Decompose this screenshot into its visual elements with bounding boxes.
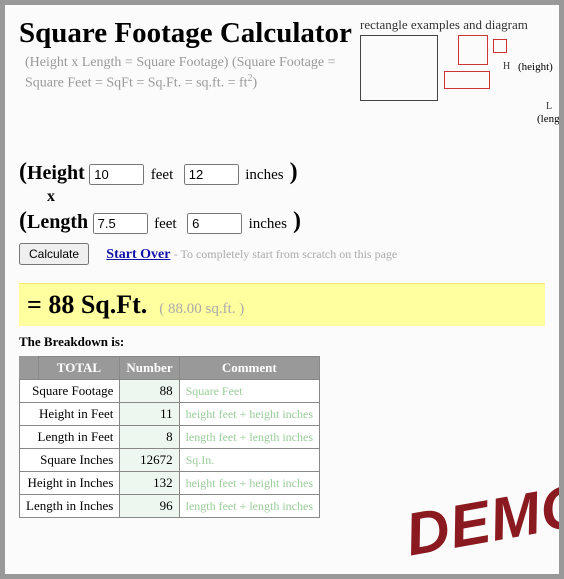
- breakdown-table: TOTAL Number Comment Square Footage88Squ…: [19, 356, 320, 518]
- inches-unit: inches: [245, 167, 283, 183]
- height-inches-input[interactable]: [184, 164, 239, 185]
- breakdown-label: The Breakdown is:: [19, 334, 545, 350]
- th-number: Number: [120, 357, 179, 380]
- height-label: Height: [27, 162, 85, 184]
- diagram-height-label: (height): [518, 61, 553, 73]
- feet-unit: feet: [151, 167, 173, 183]
- demo-watermark: DEMO: [400, 470, 559, 570]
- start-over-hint: - To completely start from scratch on th…: [174, 247, 398, 261]
- multiply-x: x: [47, 188, 545, 206]
- paren-close: ): [290, 159, 298, 185]
- diagram-caption: rectangle examples and diagram: [360, 17, 545, 33]
- paren-close: ): [293, 208, 301, 234]
- paren-open: (: [19, 159, 27, 185]
- result-bar: = 88 Sq.Ft. ( 88.00 sq.ft. ): [19, 283, 545, 326]
- table-row: Height in Feet11height feet + height inc…: [20, 403, 320, 426]
- th-blank: [20, 357, 39, 380]
- result-fine: ( 88.00 sq.ft. ): [159, 301, 244, 317]
- table-row: Square Footage88Square Feet: [20, 380, 320, 403]
- start-over-link[interactable]: Start Over: [106, 247, 170, 262]
- th-total: TOTAL: [38, 357, 120, 380]
- diagram-area: rectangle examples and diagram H L (heig…: [360, 17, 545, 145]
- table-row: Length in Inches96length feet + length i…: [20, 495, 320, 518]
- length-feet-input[interactable]: [93, 213, 148, 234]
- calculate-button[interactable]: Calculate: [19, 243, 89, 265]
- diagram-h-tick: H: [503, 61, 510, 72]
- feet-unit: feet: [154, 216, 176, 232]
- subtitle: (Height x Length = Square Footage) (Squa…: [25, 54, 360, 93]
- inches-unit: inches: [249, 216, 287, 232]
- sample-rect-icon: [493, 39, 507, 53]
- table-row: Height in Inches132height feet + height …: [20, 472, 320, 495]
- diagram-length-label: (length): [537, 113, 559, 125]
- table-row: Length in Feet8length feet + length inch…: [20, 426, 320, 449]
- diagram-rect: [360, 35, 438, 101]
- sample-rect-icon: [444, 71, 490, 89]
- sample-rect-icon: [458, 35, 488, 65]
- table-row: Square Inches12672Sq.In.: [20, 449, 320, 472]
- height-feet-input[interactable]: [89, 164, 144, 185]
- paren-open: (: [19, 208, 27, 234]
- diagram-l-tick: L: [546, 101, 552, 112]
- length-inches-input[interactable]: [187, 213, 242, 234]
- page-title: Square Footage Calculator: [19, 17, 360, 50]
- length-label: Length: [27, 211, 88, 233]
- result-main: = 88 Sq.Ft.: [27, 290, 147, 319]
- th-comment: Comment: [179, 357, 319, 380]
